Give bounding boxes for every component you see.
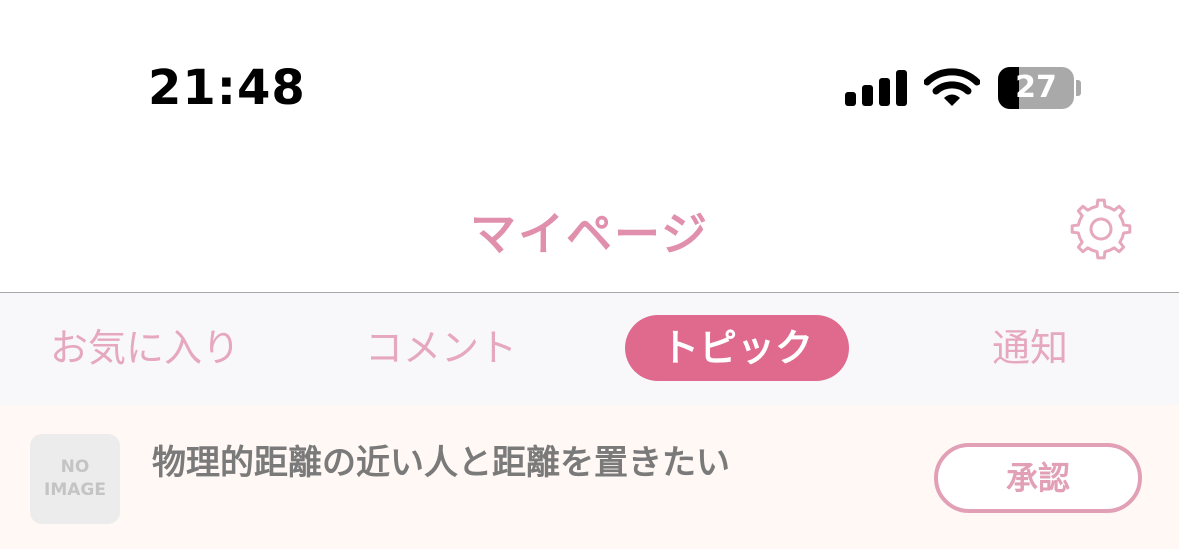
tab-favorites[interactable]: お気に入り	[30, 315, 260, 381]
tab-bar: お気に入り コメント トピック 通知	[0, 293, 1179, 405]
topic-thumbnail: NO IMAGE	[30, 434, 120, 524]
battery-level: 27	[1015, 70, 1057, 105]
wifi-icon	[924, 68, 980, 106]
status-bar: 21:48 27	[0, 0, 1179, 140]
topic-list: NO IMAGE 物理的距離の近い人と距離を置きたい 承認	[0, 405, 1179, 549]
status-time: 21:48	[148, 60, 306, 116]
approve-button[interactable]: 承認	[934, 443, 1142, 513]
tab-topics[interactable]: トピック	[625, 315, 849, 381]
battery-icon: 27	[998, 67, 1084, 109]
battery-body: 27	[998, 67, 1074, 109]
topic-title[interactable]: 物理的距離の近い人と距離を置きたい	[152, 435, 730, 484]
battery-cap	[1076, 80, 1081, 96]
tab-comments[interactable]: コメント	[328, 315, 554, 381]
page-header: マイページ	[0, 140, 1179, 293]
no-image-placeholder: NO IMAGE	[44, 457, 106, 500]
gear-icon[interactable]	[1068, 196, 1134, 262]
tab-notifications[interactable]: 通知	[950, 315, 1110, 381]
phone-screen: 21:48 27 マイページ お気に入り コメント トピック 通知 NO IMA…	[0, 0, 1179, 549]
page-title: マイページ	[469, 207, 710, 261]
cellular-signal-icon	[845, 70, 907, 106]
